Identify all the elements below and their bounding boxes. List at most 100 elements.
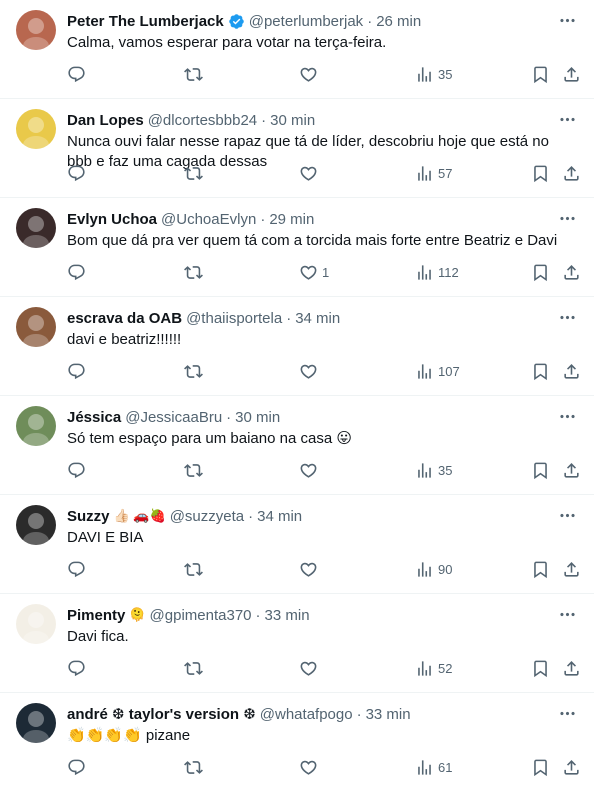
retweet-icon	[184, 65, 203, 84]
views-button[interactable]: 57	[415, 162, 452, 184]
bookmark-button[interactable]	[531, 756, 550, 778]
timestamp[interactable]: 26 min	[376, 13, 421, 30]
views-button[interactable]: 35	[415, 63, 452, 85]
reply-tweet[interactable]: Evlyn Uchoa @UchoaEvlyn · 29 min Bom que…	[0, 198, 594, 297]
timestamp[interactable]: 34 min	[257, 508, 302, 525]
verified-icon	[228, 13, 245, 30]
avatar[interactable]	[16, 406, 56, 446]
timestamp[interactable]: 30 min	[235, 409, 280, 426]
avatar[interactable]	[16, 604, 56, 644]
retweet-button[interactable]	[184, 459, 203, 481]
author-name[interactable]: Peter The Lumberjack	[67, 13, 224, 30]
author-name[interactable]: Dan Lopes	[67, 112, 144, 129]
timestamp[interactable]: 33 min	[265, 607, 310, 624]
more-icon[interactable]	[556, 10, 578, 30]
retweet-button[interactable]	[184, 63, 203, 85]
share-button[interactable]	[562, 261, 581, 283]
avatar[interactable]	[16, 10, 56, 50]
reply-tweet[interactable]: Jéssica @JessicaaBru · 30 min Só tem esp…	[0, 396, 594, 495]
views-button[interactable]: 90	[415, 558, 452, 580]
like-button[interactable]	[299, 459, 322, 481]
bookmark-button[interactable]	[531, 459, 550, 481]
like-button[interactable]: 1	[299, 261, 329, 283]
like-button[interactable]	[299, 558, 322, 580]
bookmark-button[interactable]	[531, 261, 550, 283]
reply-button[interactable]	[67, 162, 86, 184]
views-icon	[415, 362, 434, 381]
reply-button[interactable]	[67, 459, 86, 481]
likes-count: 1	[322, 264, 330, 280]
reply-button[interactable]	[67, 63, 86, 85]
reply-button[interactable]	[67, 756, 86, 778]
more-icon[interactable]	[556, 505, 578, 525]
like-button[interactable]	[299, 657, 322, 679]
timestamp[interactable]: 29 min	[269, 211, 314, 228]
reply-tweet[interactable]: Suzzy 👍🏻 🚗🍓 @suzzyeta · 34 min DAVI E BI…	[0, 495, 594, 594]
author-handle[interactable]: @JessicaaBru	[125, 409, 222, 426]
share-button[interactable]	[562, 162, 581, 184]
author-handle[interactable]: @gpimenta370	[150, 607, 252, 624]
bookmark-button[interactable]	[531, 657, 550, 679]
views-button[interactable]: 35	[415, 459, 452, 481]
share-button[interactable]	[562, 657, 581, 679]
author-name[interactable]: Suzzy	[67, 508, 110, 525]
views-button[interactable]: 112	[415, 261, 459, 283]
author-handle[interactable]: @UchoaEvlyn	[161, 211, 256, 228]
share-button[interactable]	[562, 558, 581, 580]
reply-tweet[interactable]: Peter The Lumberjack @peterlumberjak · 2…	[0, 0, 594, 99]
avatar[interactable]	[16, 109, 56, 149]
more-icon[interactable]	[556, 109, 578, 129]
views-button[interactable]: 107	[415, 360, 460, 382]
like-button[interactable]	[299, 360, 322, 382]
reply-button[interactable]	[67, 261, 86, 283]
bookmark-button[interactable]	[531, 360, 550, 382]
author-name[interactable]: Jéssica	[67, 409, 121, 426]
author-handle[interactable]: @thaiisportela	[186, 310, 282, 327]
reply-tweet[interactable]: andré ❆ taylor's version ❆ @whatafpogo ·…	[0, 693, 594, 792]
retweet-button[interactable]	[184, 657, 203, 679]
author-handle[interactable]: @whatafpogo	[260, 706, 353, 723]
author-name[interactable]: andré ❆ taylor's version ❆	[67, 705, 256, 723]
views-button[interactable]: 61	[415, 756, 452, 778]
author-name[interactable]: Evlyn Uchoa	[67, 211, 157, 228]
reply-button[interactable]	[67, 360, 86, 382]
more-icon[interactable]	[556, 208, 578, 228]
like-button[interactable]	[299, 162, 322, 184]
share-button[interactable]	[562, 63, 581, 85]
timestamp[interactable]: 33 min	[366, 706, 411, 723]
more-icon[interactable]	[556, 406, 578, 426]
author-name[interactable]: Pimenty	[67, 607, 125, 624]
reply-tweet[interactable]: Dan Lopes @dlcortesbbb24 · 30 min Nunca …	[0, 99, 594, 198]
like-button[interactable]	[299, 63, 322, 85]
share-button[interactable]	[562, 756, 581, 778]
reply-button[interactable]	[67, 657, 86, 679]
author-name[interactable]: escrava da OAB	[67, 310, 182, 327]
retweet-button[interactable]	[184, 162, 203, 184]
avatar[interactable]	[16, 703, 56, 743]
bookmark-button[interactable]	[531, 63, 550, 85]
reply-button[interactable]	[67, 558, 86, 580]
more-icon[interactable]	[556, 604, 578, 624]
more-icon[interactable]	[556, 307, 578, 327]
avatar[interactable]	[16, 208, 56, 248]
avatar[interactable]	[16, 307, 56, 347]
avatar[interactable]	[16, 505, 56, 545]
retweet-button[interactable]	[184, 756, 203, 778]
more-icon[interactable]	[556, 703, 578, 723]
timestamp[interactable]: 34 min	[295, 310, 340, 327]
reply-tweet[interactable]: escrava da OAB @thaiisportela · 34 min d…	[0, 297, 594, 396]
retweet-button[interactable]	[184, 558, 203, 580]
like-button[interactable]	[299, 756, 322, 778]
share-button[interactable]	[562, 459, 581, 481]
timestamp[interactable]: 30 min	[270, 112, 315, 129]
retweet-button[interactable]	[184, 261, 203, 283]
bookmark-button[interactable]	[531, 162, 550, 184]
bookmark-button[interactable]	[531, 558, 550, 580]
reply-tweet[interactable]: Pimenty 🫠 @gpimenta370 · 33 min Davi fic…	[0, 594, 594, 693]
author-handle[interactable]: @peterlumberjak	[249, 13, 363, 30]
author-handle[interactable]: @dlcortesbbb24	[148, 112, 257, 129]
retweet-button[interactable]	[184, 360, 203, 382]
author-handle[interactable]: @suzzyeta	[170, 508, 244, 525]
views-button[interactable]: 52	[415, 657, 452, 679]
share-button[interactable]	[562, 360, 581, 382]
